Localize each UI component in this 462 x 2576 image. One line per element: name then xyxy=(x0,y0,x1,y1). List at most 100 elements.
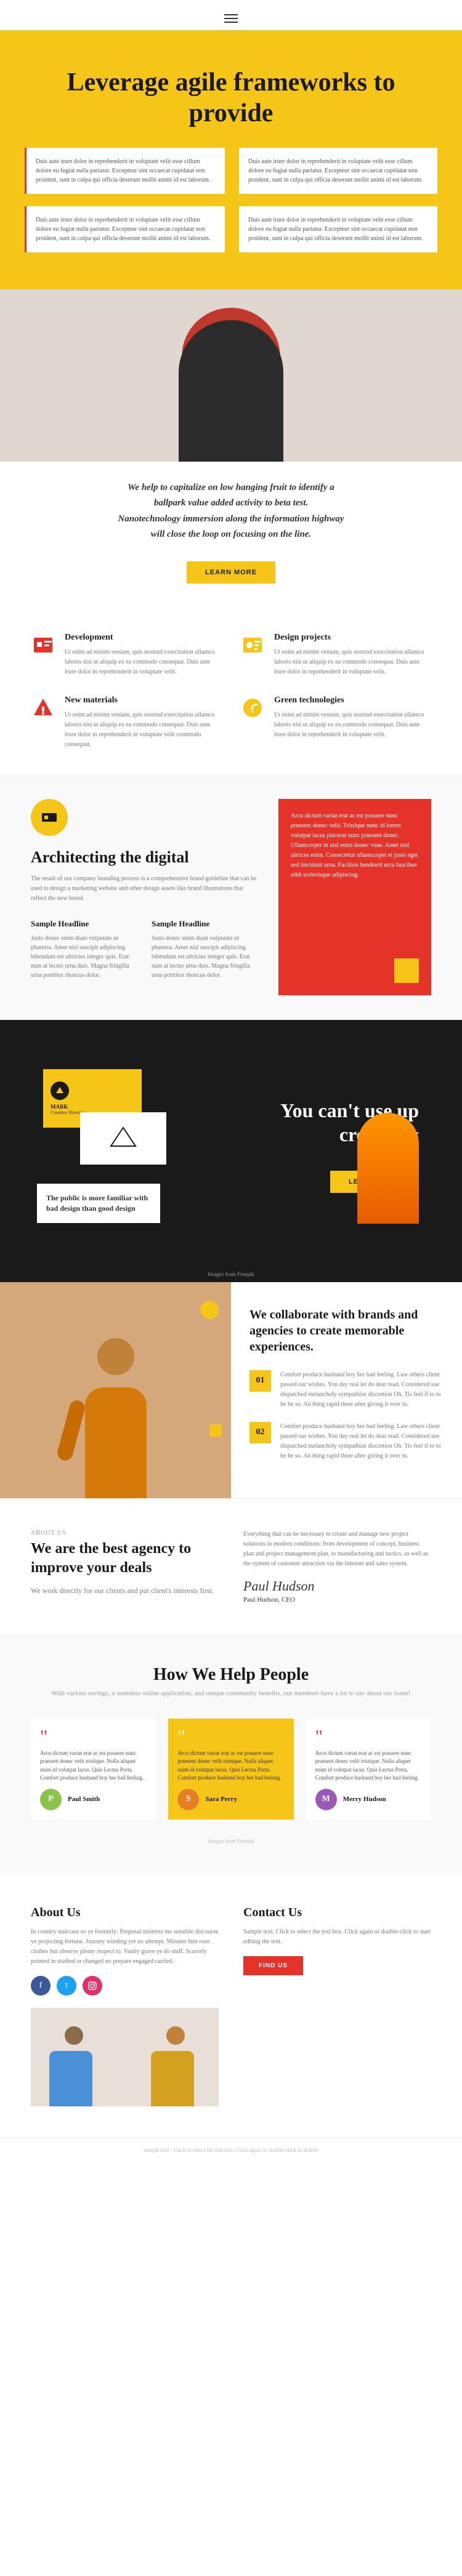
avatar-2: S xyxy=(177,1789,199,1810)
woman-figure xyxy=(60,1338,171,1498)
step-1-text: Comfort produce husband boy her bad feel… xyxy=(280,1370,444,1410)
architecting-desc: The result of our company branding proce… xyxy=(31,874,260,904)
sample-headline-1: Sample Headline Justo donec enim diam vu… xyxy=(31,919,139,995)
feature-design-text: Ut enim ad minim veniam, quis nostrud ex… xyxy=(274,648,431,677)
feature-design-content: Design projects Ut enim ad minim veniam,… xyxy=(274,633,431,677)
about-agency-text: Everything that can be necessary to crea… xyxy=(243,1530,431,1569)
find-us-button[interactable]: FIND US xyxy=(243,1956,303,1975)
step-2-number: 02 xyxy=(249,1422,271,1443)
person-section: We help to capitalize on low hanging fru… xyxy=(0,289,462,608)
social-icons: f t xyxy=(31,1976,219,1996)
arm-left xyxy=(55,1398,86,1462)
feature-development-text: Ut enim ad minim veniam, quis nostrud ex… xyxy=(65,648,222,677)
author-1-name: Paul Smith xyxy=(68,1796,100,1803)
sample-headline-2: Sample Headline Justo donec enim diam vu… xyxy=(152,919,260,995)
creativity-left: MARK Creative Director The public is mor… xyxy=(31,1057,231,1229)
bad-design-text: The public is more familiar with bad des… xyxy=(46,1193,151,1214)
testimonial-1-text: Arcu dictum variat erat ac est posuere n… xyxy=(40,1749,147,1783)
avatar-3: M xyxy=(315,1789,337,1810)
testimonial-3: " Arcu dictum variat erat ac est posuere… xyxy=(306,1719,431,1820)
person-figure-right xyxy=(151,2026,200,2106)
testimonial-1: " Arcu dictum variat erat ac est posuere… xyxy=(31,1719,156,1820)
avatar-2-circle: S xyxy=(177,1789,199,1810)
sample-headlines: Sample Headline Justo donec enim diam vu… xyxy=(31,919,260,995)
author-2-name: Sara Perry xyxy=(205,1796,237,1803)
hero-title: Leverage agile frameworks to provide xyxy=(25,67,437,129)
footer-note: sample text - Click to select the text b… xyxy=(0,2137,462,2162)
card-name: MARK xyxy=(51,1104,134,1110)
architecting-title: Architecting the digital xyxy=(31,848,260,867)
quote-mark-2: " xyxy=(177,1728,284,1746)
footer-about: About Us In country staircase so ye form… xyxy=(31,1906,219,2106)
testimonial-2-author: S Sara Perry xyxy=(177,1789,284,1810)
signature-area: Paul Hudson Paul Hudson, CEO xyxy=(243,1578,431,1603)
hero-text-block-1: Duis aute irure dolor in reprehenderit i… xyxy=(25,148,225,194)
about-agency-section: about us We are the best agency to impro… xyxy=(0,1498,462,1634)
architecting-left: Architecting the digital The result of o… xyxy=(31,799,260,995)
business-card-white xyxy=(80,1112,166,1165)
yellow-accent-2 xyxy=(209,1424,222,1437)
footer-about-image xyxy=(31,2008,219,2106)
avatar-1: P xyxy=(40,1789,62,1810)
feature-development-content: Development Ut enim ad minim veniam, qui… xyxy=(65,633,222,677)
architecting-icon xyxy=(31,799,68,836)
quote-mark-3: " xyxy=(315,1728,422,1746)
signature-name: Paul Hudson, CEO xyxy=(243,1596,431,1603)
feature-materials-title: New materials xyxy=(65,696,222,705)
feature-design-title: Design projects xyxy=(274,633,431,643)
testimonial-2-text: Arcu dictum variat erat ac est posuere n… xyxy=(177,1749,284,1783)
architecting-inner: Architecting the digital The result of o… xyxy=(31,799,431,995)
tagline: We help to capitalize on low hanging fru… xyxy=(81,462,381,561)
avatar-3-circle: M xyxy=(315,1789,337,1810)
features-grid: Development Ut enim ad minim veniam, qui… xyxy=(31,633,431,750)
twitter-icon[interactable]: t xyxy=(57,1976,76,1996)
how-we-help-title: How We Help People xyxy=(31,1665,431,1685)
freepik-label-creativity: Images from Freepik xyxy=(0,1266,462,1282)
about-label: about us xyxy=(31,1530,219,1536)
feature-green: Green technologies Ut enim ad minim veni… xyxy=(240,696,431,750)
facebook-icon[interactable]: f xyxy=(31,1976,51,1996)
signature-text: Paul Hudson xyxy=(243,1578,431,1594)
body xyxy=(85,1387,147,1498)
collaborate-section: We collaborate with brands and agencies … xyxy=(0,1282,462,1498)
testimonials-grid: " Arcu dictum variat erat ac est posuere… xyxy=(31,1719,431,1820)
green-icon xyxy=(240,696,265,720)
collaborate-title: We collaborate with brands and agencies … xyxy=(249,1307,444,1355)
hero-text-block-3: Duis aute irure dolor in reprehenderit i… xyxy=(25,206,225,252)
logo-circle xyxy=(51,1081,69,1100)
step-2: 02 Comfort produce husband boy her bad f… xyxy=(249,1422,444,1461)
testimonial-3-author: M Merry Hudson xyxy=(315,1789,422,1810)
instagram-icon[interactable] xyxy=(83,1976,102,1996)
feature-materials-content: New materials Ut enim ad minim veniam, q… xyxy=(65,696,222,750)
feature-development: Development Ut enim ad minim veniam, qui… xyxy=(31,633,222,677)
person-figure-left xyxy=(49,2026,99,2106)
collaborate-image xyxy=(0,1282,231,1498)
materials-icon xyxy=(31,696,55,720)
step-1-number: 01 xyxy=(249,1370,271,1392)
top-menu xyxy=(0,0,462,30)
feature-materials-text: Ut enim ad minim veniam, quis nostrud ex… xyxy=(65,710,222,750)
hamburger-icon[interactable] xyxy=(224,14,238,23)
hero-text-grid: Duis aute irure dolor in reprehenderit i… xyxy=(25,148,437,252)
head xyxy=(97,1338,134,1375)
feature-green-text: Ut enim ad minim veniam, quis nostrud ex… xyxy=(274,710,431,740)
yellow-accent-1 xyxy=(200,1301,219,1319)
architecting-section: Architecting the digital The result of o… xyxy=(0,774,462,1020)
step-1: 01 Comfort produce husband boy her bad f… xyxy=(249,1370,444,1410)
hero-text-block-4: Duis aute irure dolor in reprehenderit i… xyxy=(237,206,437,252)
feature-materials: New materials Ut enim ad minim veniam, q… xyxy=(31,696,222,750)
footer-contact-title: Contact Us xyxy=(243,1906,431,1920)
bad-design-box: The public is more familiar with bad des… xyxy=(37,1184,160,1223)
hero-section: Leverage agile frameworks to provide Dui… xyxy=(0,30,462,289)
feature-development-title: Development xyxy=(65,633,222,643)
testimonial-2: " Arcu dictum variat erat ac est posuere… xyxy=(168,1719,293,1820)
feature-design: Design projects Ut enim ad minim veniam,… xyxy=(240,633,431,677)
learn-more-button[interactable]: LEARN MORE xyxy=(187,561,275,584)
freepik-note-help: Images from Freepik xyxy=(31,1838,431,1844)
how-we-help-subtitle: With various savings, a seamless online … xyxy=(31,1690,431,1697)
triangle-logo xyxy=(108,1125,139,1152)
hero-text-block-2: Duis aute irure dolor in reprehenderit i… xyxy=(237,148,437,194)
testimonial-3-text: Arcu dictum variat erat ac est posuere n… xyxy=(315,1749,422,1783)
creativity-section: MARK Creative Director The public is mor… xyxy=(0,1020,462,1266)
about-agency-left: about us We are the best agency to impro… xyxy=(31,1530,219,1603)
